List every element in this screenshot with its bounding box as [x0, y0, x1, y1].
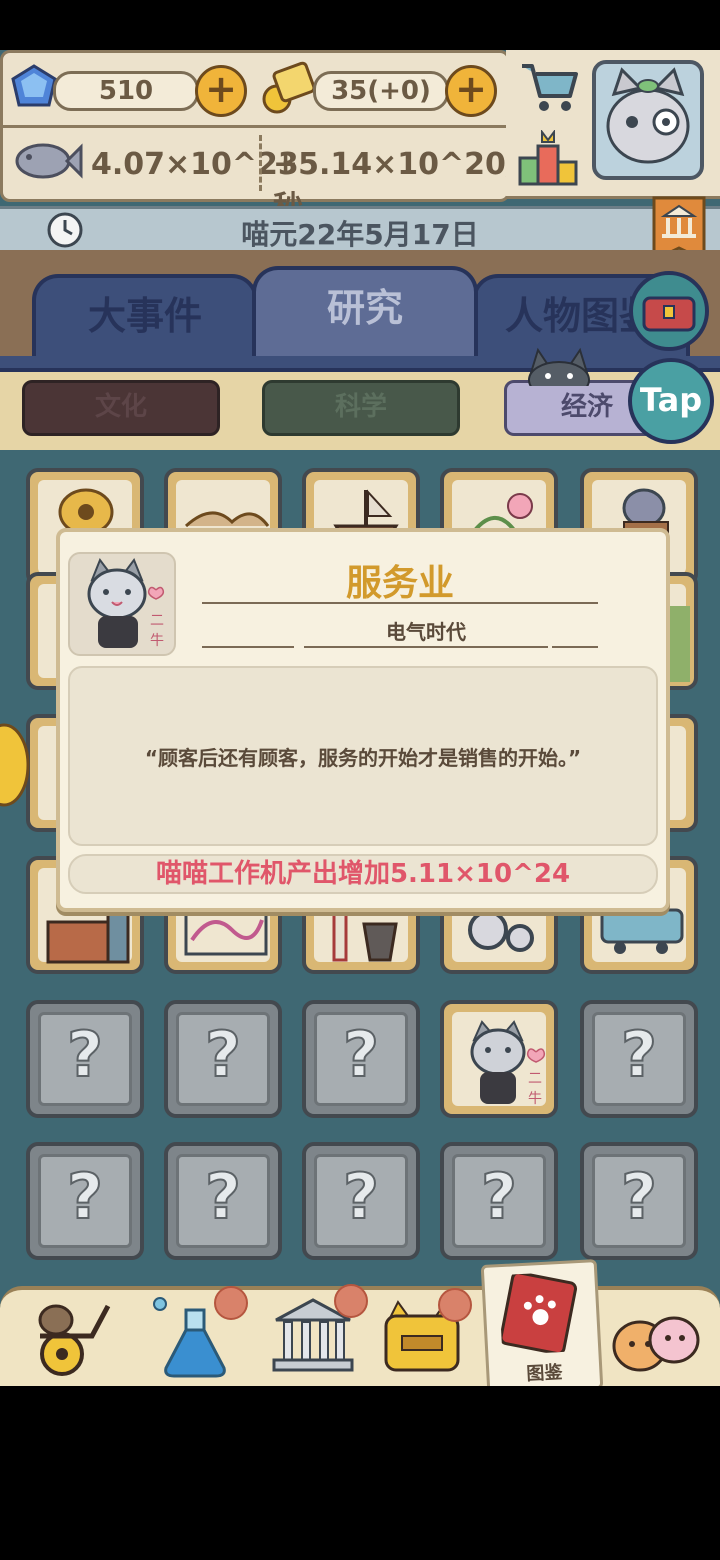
question-mark-icon: ? — [480, 1159, 518, 1234]
resource-panel: 510 + 35(+0) + 4.07×10^23 +5.14×10^20/秒 — [0, 50, 517, 225]
grid-top-pad — [0, 450, 720, 470]
locked-tile[interactable]: ? — [164, 1000, 282, 1118]
tap-button[interactable]: Tap — [628, 358, 714, 444]
chimney-icon — [332, 904, 398, 962]
locked-tile[interactable]: ? — [302, 1000, 420, 1118]
portrait-tag: 二牛 — [150, 613, 164, 649]
era-rule-left — [202, 646, 294, 648]
notification-dot — [334, 1284, 368, 1318]
locked-tile[interactable]: ? — [302, 1142, 420, 1260]
cat-avatar-icon — [606, 67, 690, 164]
effect-label: 喵喵工作机产出增加5.11×10^24 — [68, 854, 658, 894]
calendar-date: 喵元22年5月17日 — [241, 218, 479, 251]
question-mark-icon: ? — [204, 1017, 242, 1092]
question-mark-icon: ? — [620, 1017, 658, 1092]
add-tickets-button[interactable]: + — [445, 65, 497, 117]
research-tile-service[interactable]: 二牛 — [440, 1000, 558, 1118]
modal-title: 服务业 — [345, 563, 454, 604]
cart-icon[interactable] — [516, 56, 582, 116]
question-mark-icon: ? — [342, 1159, 380, 1234]
locked-tile[interactable]: ? — [580, 1142, 698, 1260]
ranking-icon[interactable] — [516, 130, 582, 190]
question-mark-icon: ? — [204, 1159, 242, 1234]
locked-tile[interactable]: ? — [26, 1142, 144, 1260]
subtab-science[interactable]: 科学 — [262, 380, 460, 436]
question-mark-icon: ? — [342, 1017, 380, 1092]
tile-tag: 二牛 — [528, 1071, 542, 1107]
notification-dot — [438, 1288, 472, 1322]
nav-active-label: 图鉴 — [525, 1362, 563, 1385]
locked-tile[interactable]: ? — [580, 1000, 698, 1118]
rickshaw-icon[interactable] — [26, 1296, 116, 1380]
paw-book-icon — [499, 1271, 578, 1356]
tab-events[interactable]: 大事件 — [32, 274, 258, 364]
locked-tile[interactable]: ? — [26, 1000, 144, 1118]
divider — [259, 135, 262, 191]
quote-box: “顾客后还有顾客，服务的开始才是销售的开始。” — [68, 666, 658, 846]
question-mark-icon: ? — [66, 1017, 104, 1092]
peeking-cat-icon — [528, 347, 590, 386]
gem-icon — [11, 64, 57, 107]
era-rule-right — [552, 646, 598, 648]
question-mark-icon: ? — [66, 1159, 104, 1234]
ticket-count: 35(+0) — [313, 71, 449, 111]
locked-tile[interactable]: ? — [440, 1142, 558, 1260]
add-gems-button[interactable]: + — [195, 65, 247, 117]
quote-text: “顾客后还有顾客，服务的开始才是销售的开始。” — [144, 746, 582, 770]
question-mark-icon: ? — [620, 1159, 658, 1234]
ticket-icon — [262, 61, 316, 114]
tab-research[interactable]: 研究 — [252, 266, 478, 364]
calendar-bar: 喵元22年5月17日 — [0, 206, 720, 254]
nav-encyclopedia[interactable]: 图鉴 — [480, 1259, 604, 1386]
gold-coin-icon[interactable] — [0, 720, 30, 810]
era-label: 电气时代 — [386, 620, 466, 644]
player-avatar[interactable] — [592, 60, 704, 180]
gem-count: 510 — [53, 71, 199, 111]
notification-dot — [214, 1286, 248, 1320]
era-rule-center — [304, 646, 548, 648]
title-rule — [202, 602, 598, 604]
treasure-chest-icon[interactable] — [628, 270, 710, 352]
subtab-culture[interactable]: 文化 — [22, 380, 220, 436]
fish-total: 4.07×10^23 — [91, 147, 299, 182]
game-screen: 510 + 35(+0) + 4.07×10^23 +5.14×10^20/秒 — [0, 50, 720, 1386]
locked-tile[interactable]: ? — [164, 1142, 282, 1260]
research-detail-modal[interactable]: 二牛 服务业 电气时代 “顾客后还有顾客，服务的开始才是销售的开始。” 喵喵工作… — [56, 528, 670, 912]
divider — [3, 125, 507, 128]
portrait-frame: 二牛 — [68, 552, 176, 656]
cat-friends-icon[interactable] — [606, 1306, 706, 1378]
fish-icon — [15, 143, 83, 179]
